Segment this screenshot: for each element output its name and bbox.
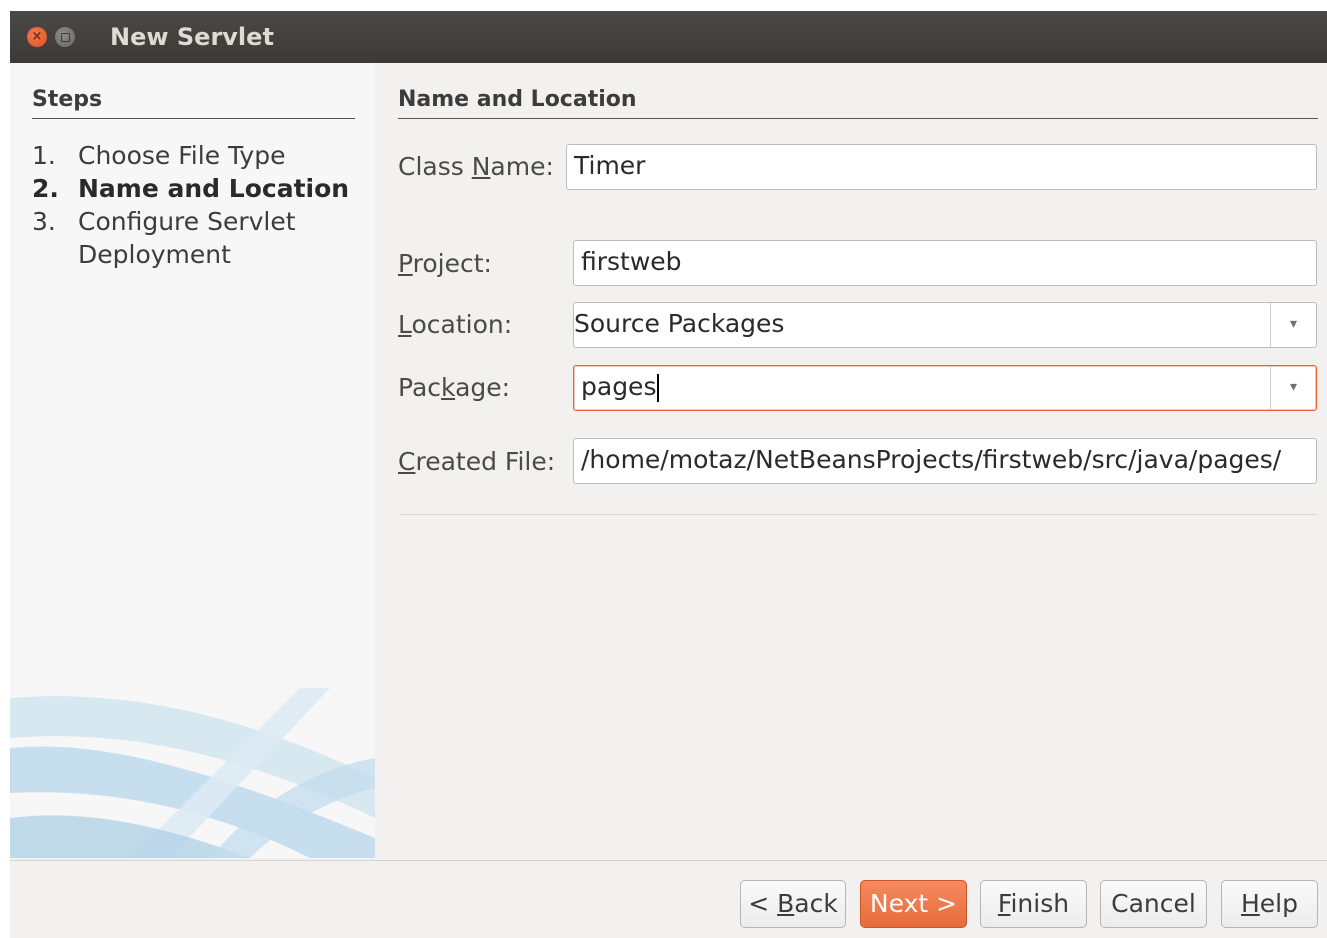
button-bar-divider <box>10 860 1327 861</box>
package-value: pages <box>581 372 657 401</box>
content-divider <box>400 514 1317 515</box>
project-label: Project: <box>398 249 492 278</box>
project-value: firstweb <box>581 247 682 276</box>
package-combo-input[interactable]: pages ▾ <box>573 365 1317 411</box>
next-button[interactable]: Next > <box>860 880 967 928</box>
section-title: Name and Location <box>398 87 637 112</box>
steps-divider <box>32 118 355 119</box>
steps-heading: Steps <box>32 87 103 112</box>
steps-panel: Steps 1. Choose File Type 2. Name and Loca… <box>10 63 375 858</box>
help-button[interactable]: Help <box>1221 880 1318 928</box>
window-title: New Servlet <box>110 23 274 51</box>
text-caret <box>657 374 660 402</box>
class-name-value: Timer <box>574 151 646 180</box>
class-name-label: Class Name: <box>398 152 554 181</box>
finish-button[interactable]: Finish <box>980 880 1087 928</box>
project-field[interactable]: firstweb <box>573 240 1317 286</box>
step-label: Configure Servlet <box>78 207 296 236</box>
chevron-down-icon[interactable]: ▾ <box>1270 303 1316 347</box>
close-window-icon[interactable]: × <box>27 27 47 47</box>
new-servlet-dialog: × New Servlet Steps 1. Choose File Type 2… <box>10 11 1327 938</box>
step-label: Name and Location <box>78 174 350 203</box>
step-configure-servlet: 3. Configure Servlet <box>32 207 296 236</box>
wizard-decoration-graphic <box>10 688 375 858</box>
step-name-and-location: 2. Name and Location <box>32 174 349 203</box>
location-select[interactable]: Source Packages ▾ <box>573 302 1317 348</box>
section-divider <box>398 118 1318 119</box>
cancel-button[interactable]: Cancel <box>1100 880 1207 928</box>
step-number: 2. <box>32 174 59 203</box>
step-number: 1. <box>32 141 56 170</box>
step-label: Choose File Type <box>78 141 286 170</box>
created-file-label: Created File: <box>398 447 556 476</box>
class-name-input[interactable]: Timer <box>566 144 1317 190</box>
location-label: Location: <box>398 310 513 339</box>
step-label-continuation: Deployment <box>78 240 231 269</box>
minimize-window-icon[interactable] <box>55 27 75 47</box>
step-choose-file-type: 1. Choose File Type <box>32 141 285 170</box>
created-file-value: /home/motaz/NetBeansProjects/firstweb/sr… <box>581 445 1282 474</box>
back-button[interactable]: < Back <box>740 880 846 928</box>
package-label: Package: <box>398 373 511 402</box>
chevron-down-icon[interactable]: ▾ <box>1270 366 1316 410</box>
created-file-field[interactable]: /home/motaz/NetBeansProjects/firstweb/sr… <box>573 438 1317 484</box>
step-number: 3. <box>32 207 56 236</box>
title-bar[interactable]: × New Servlet <box>10 11 1327 63</box>
location-value: Source Packages <box>574 309 785 338</box>
